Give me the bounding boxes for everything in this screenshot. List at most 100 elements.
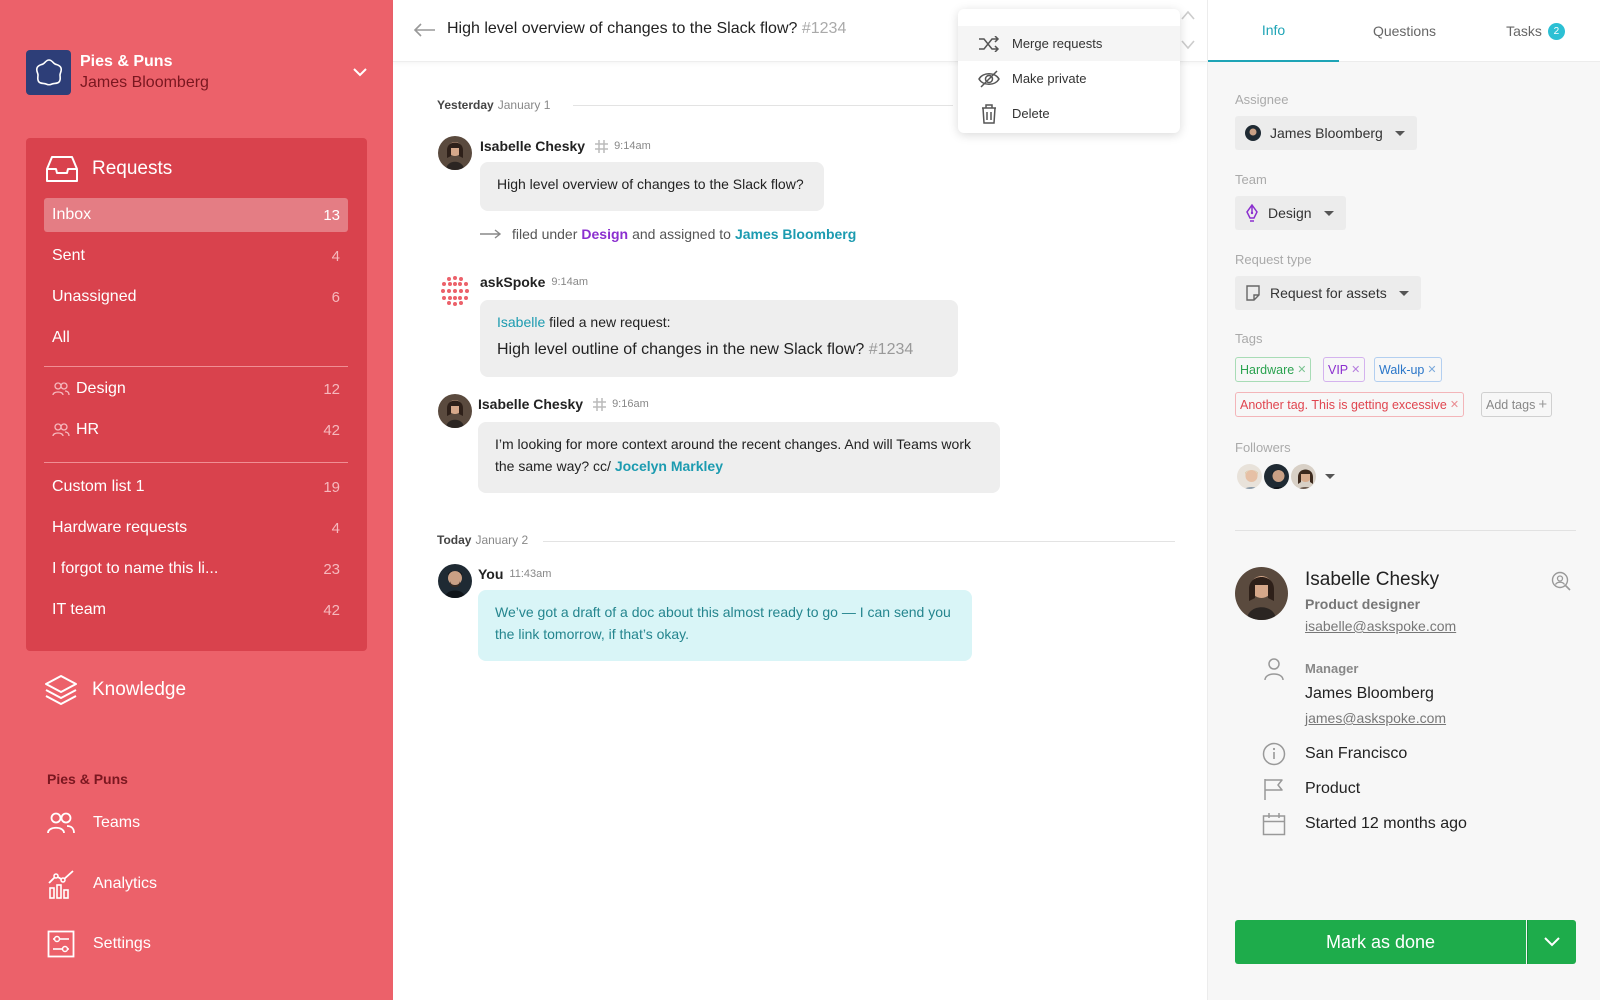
sidebar-item-unnamed-list[interactable]: I forgot to name this li... 23 [44,552,348,586]
delete-label: Delete [1012,106,1050,121]
panel-tabs: Info Questions Tasks 2 [1208,0,1600,62]
caret-down-icon[interactable] [1325,474,1335,479]
calendar-icon [1262,813,1286,836]
sidebar-item-it-team[interactable]: IT team 42 [44,593,348,627]
message-time: 11:43am [509,568,552,580]
chevron-down-icon[interactable] [352,64,368,80]
team-select[interactable]: Design [1235,196,1346,230]
workspace-logo [26,49,71,95]
slack-icon [593,397,607,411]
sidebar-item-all[interactable]: All [44,321,348,355]
chevron-down-icon[interactable] [1181,40,1195,50]
sidebar-item-sent[interactable]: Sent 4 [44,239,348,273]
day-divider [573,105,953,106]
make-private-item[interactable]: Make private [958,61,1180,96]
sidebar-item-count: 12 [323,380,340,398]
message-author: You [478,566,504,582]
tag-walk-up[interactable]: Walk-up ✕ [1374,357,1442,382]
mention-link[interactable]: Jocelyn Markley [615,458,723,474]
details-panel: Info Questions Tasks 2 Assignee James Bl… [1207,0,1600,1000]
manager-email[interactable]: james@askspoke.com [1305,710,1446,726]
avatar [1245,125,1261,141]
sidebar-item-design[interactable]: Design 12 [44,372,348,406]
mark-as-done-options-button[interactable] [1527,920,1576,964]
message-meta: askSpoke 9:14am [480,274,588,290]
sidebar-item-count: 19 [323,478,340,496]
info-icon [1262,742,1286,766]
slack-icon [595,139,609,153]
message-text: High level overview of changes to the Sl… [497,176,804,192]
sidebar-item-unassigned[interactable]: Unassigned 6 [44,280,348,314]
tag-label: Walk-up [1379,362,1425,377]
request-type-select[interactable]: Request for assets [1235,276,1421,310]
day-separator: Yesterday January 1 [437,98,550,112]
follower-avatar[interactable] [1289,462,1318,491]
requests-header[interactable]: Requests [44,152,172,186]
caret-down-icon [1394,130,1405,136]
follower-avatar[interactable] [1262,462,1291,491]
profile-started: Started 12 months ago [1305,815,1467,832]
tag-label: Hardware [1240,362,1295,377]
tab-tasks[interactable]: Tasks 2 [1470,0,1600,62]
sidebar-item-knowledge[interactable]: Knowledge [43,673,186,707]
close-icon[interactable]: ✕ [1351,363,1360,376]
tag-another[interactable]: Another tag. This is getting excessive ✕ [1235,392,1465,417]
sidebar-item-hr[interactable]: HR 42 [44,413,348,447]
profile-avatar[interactable] [1235,567,1288,620]
askspoke-logo [438,274,472,308]
sidebar-item-label: Unassigned [52,288,137,305]
sidebar-item-count: 42 [323,421,340,439]
tag-vip[interactable]: VIP ✕ [1323,357,1366,382]
person-icon [1264,658,1284,681]
tab-info[interactable]: Info [1208,0,1339,62]
sidebar-item-label: Custom list 1 [52,478,145,495]
sidebar-item-inbox[interactable]: Inbox 13 [44,198,348,232]
shuffle-icon [979,35,1000,52]
section-title: Pies & Puns [47,771,128,787]
profile-email[interactable]: isabelle@askspoke.com [1305,618,1456,634]
sidebar-item-analytics[interactable]: Analytics [47,869,157,899]
avatar[interactable] [438,136,472,170]
mention-link[interactable]: Isabelle [497,314,545,330]
message-bubble: Isabelle filed a new request: High level… [480,300,958,377]
sidebar-item-teams[interactable]: Teams [47,812,140,834]
workspace-switcher[interactable]: Pies & Puns James Bloomberg [26,49,376,95]
message-meta: Isabelle Chesky 9:14am [480,138,651,154]
assignee-select[interactable]: James Bloomberg [1235,116,1417,150]
user-search-icon[interactable] [1551,571,1571,591]
sidebar-item-custom-list-1[interactable]: Custom list 1 19 [44,470,348,504]
filed-prefix: filed under [512,226,578,242]
sidebar-item-count: 4 [331,247,340,265]
sidebar-item-settings[interactable]: Settings [47,930,151,958]
flag-icon [1264,779,1283,800]
sidebar-item-count: 6 [331,288,340,306]
message-author: Isabelle Chesky [480,138,586,154]
conversation-number: #1234 [801,20,847,37]
follower-avatar[interactable] [1235,462,1264,491]
filed-person-link[interactable]: James Bloomberg [735,226,856,242]
tag-hardware[interactable]: Hardware ✕ [1235,357,1312,382]
close-icon[interactable]: ✕ [1450,398,1459,411]
close-icon[interactable]: ✕ [1297,363,1306,376]
message-time: 9:14am [551,276,589,288]
layers-icon [45,675,77,705]
request-title[interactable]: High level outline of changes in the new… [497,341,864,358]
chevron-up-icon[interactable] [1181,10,1195,20]
mark-as-done-label: Mark as done [1325,931,1436,952]
add-tags-label: Add tags [1486,397,1536,412]
delete-item[interactable]: Delete [958,96,1180,131]
day-label: Yesterday [437,98,494,112]
mark-as-done-button[interactable]: Mark as done [1235,920,1526,964]
eye-off-icon [978,69,1000,88]
avatar[interactable] [438,394,472,428]
sidebar-item-hardware-requests[interactable]: Hardware requests 4 [44,511,348,545]
add-tags-button[interactable]: Add tags + [1481,392,1553,417]
filed-team-link[interactable]: Design [581,226,628,242]
close-icon[interactable]: ✕ [1427,363,1436,376]
merge-requests-item[interactable]: Merge requests [958,26,1180,61]
avatar[interactable] [438,564,472,598]
filed-activity: filed under Design and assigned to James… [480,226,856,242]
followers-label: Followers [1235,440,1291,455]
tab-questions[interactable]: Questions [1339,0,1470,62]
back-arrow-icon[interactable] [413,22,437,38]
